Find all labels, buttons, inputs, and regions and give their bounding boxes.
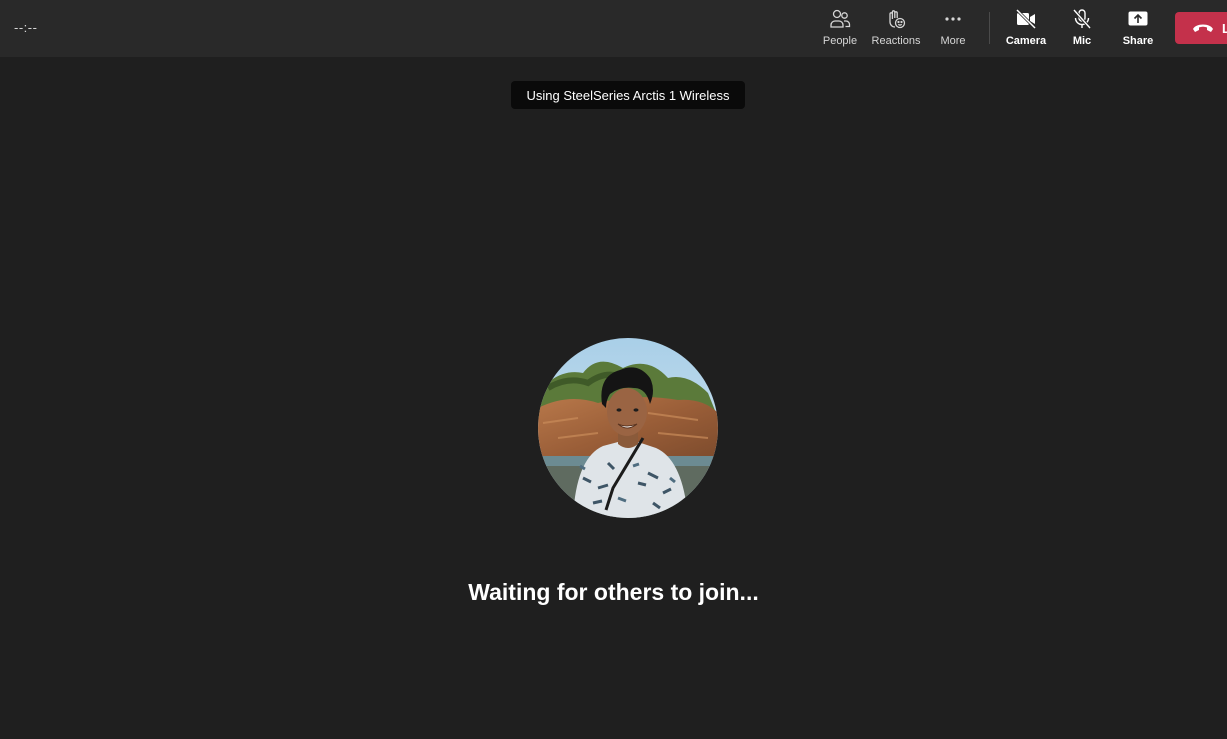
call-toolbar: --:-- People Reactions More Camera Mic S… bbox=[0, 0, 1227, 57]
camera-button[interactable]: Camera bbox=[998, 7, 1054, 51]
audio-device-toast: Using SteelSeries Arctis 1 Wireless bbox=[511, 81, 745, 109]
people-label: People bbox=[822, 35, 858, 47]
share-icon bbox=[1126, 7, 1150, 31]
more-icon bbox=[941, 7, 965, 31]
camera-off-icon bbox=[1014, 7, 1038, 31]
avatar bbox=[538, 338, 718, 518]
reactions-label: Reactions bbox=[871, 35, 921, 47]
mic-button[interactable]: Mic bbox=[1054, 7, 1110, 51]
toolbar-divider bbox=[989, 12, 990, 44]
reactions-icon bbox=[884, 7, 908, 31]
mic-off-icon bbox=[1070, 7, 1094, 31]
share-label: Share bbox=[1122, 35, 1154, 47]
mic-label: Mic bbox=[1072, 35, 1092, 47]
people-icon bbox=[828, 7, 852, 31]
hang-up-icon bbox=[1192, 22, 1214, 34]
more-button[interactable]: More bbox=[925, 7, 981, 51]
waiting-status: Waiting for others to join... bbox=[468, 579, 759, 605]
leave-label: L bbox=[1222, 20, 1227, 36]
reactions-button[interactable]: Reactions bbox=[868, 7, 924, 51]
leave-button[interactable]: L bbox=[1175, 12, 1227, 44]
people-button[interactable]: People bbox=[812, 7, 868, 51]
avatar-photo bbox=[538, 338, 718, 518]
call-timer: --:-- bbox=[14, 20, 38, 35]
share-button[interactable]: Share bbox=[1110, 7, 1166, 51]
camera-label: Camera bbox=[1005, 35, 1047, 47]
more-label: More bbox=[940, 35, 966, 47]
